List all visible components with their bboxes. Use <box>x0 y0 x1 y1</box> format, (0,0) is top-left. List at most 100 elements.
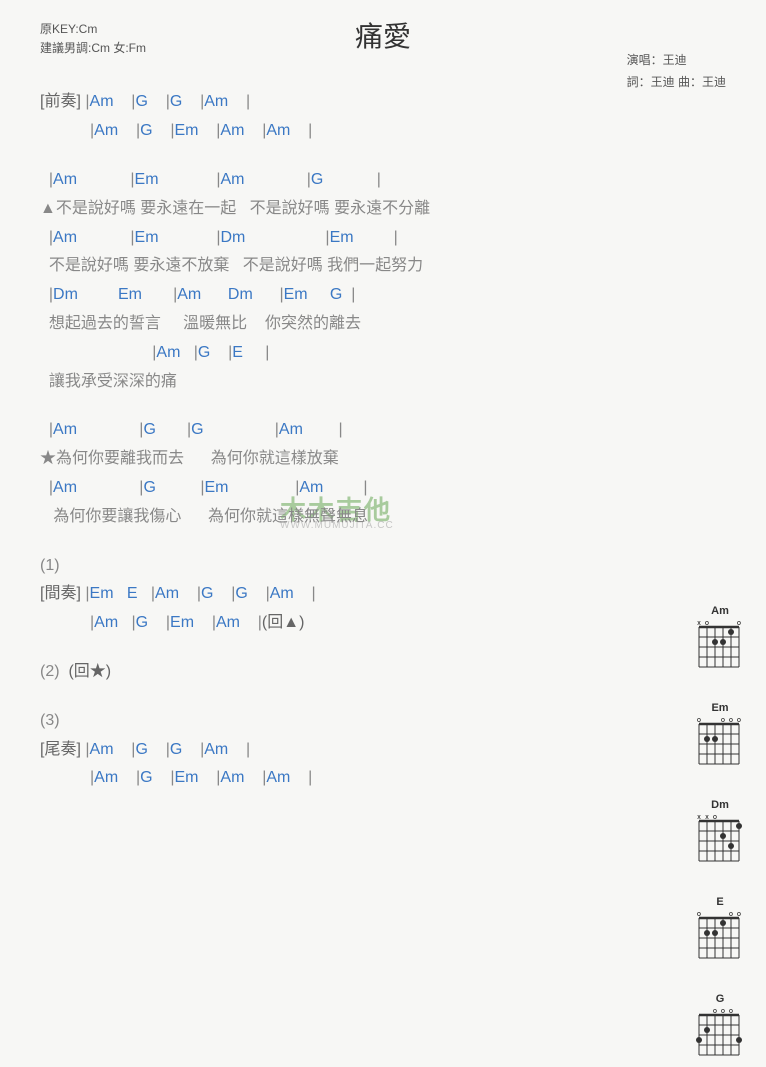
outro-line-2: |Am |G |Em |Am |Am | <box>40 764 726 793</box>
fretboard-icon: ooo <box>694 1007 744 1062</box>
svg-text:o: o <box>737 717 741 724</box>
chord: G <box>143 479 155 496</box>
svg-text:o: o <box>721 1008 725 1015</box>
chord: E <box>232 344 243 361</box>
fretboard-icon: ooo <box>694 910 744 965</box>
svg-text:o: o <box>713 814 717 821</box>
chorus-chords-1: |Am |G |G |Am | <box>40 416 726 445</box>
chord-content: [前奏] |Am |G |G |Am | |Am |G |Em |Am |Am … <box>40 88 726 793</box>
chord: G <box>135 741 147 758</box>
chord: Am <box>177 286 201 303</box>
chorus-lyric-2: 為何你要讓我傷心 為何你就這樣無聲無息 <box>40 503 726 532</box>
section-2: (2) (回★) <box>40 658 726 687</box>
chorus-section: |Am |G |G |Am | ★為何你要離我而去 為何你就這樣放棄 |Am |… <box>40 416 726 531</box>
chord: Am <box>220 122 244 139</box>
lyric: 為何你要讓我傷心 <box>53 508 181 525</box>
interlude-line-1: [間奏] |Em E |Am |G |G |Am | <box>40 580 726 609</box>
chord: Am <box>279 421 303 438</box>
chorus-lyric-1: ★為何你要離我而去 為何你就這樣放棄 <box>40 445 726 474</box>
song-title: 痛愛 <box>355 15 411 55</box>
chord: Em <box>284 286 308 303</box>
interlude-label: [間奏] <box>40 585 81 602</box>
chord: Em <box>90 585 114 602</box>
chord: Am <box>220 769 244 786</box>
chord: Am <box>216 614 240 631</box>
chord: Am <box>270 585 294 602</box>
svg-text:x: x <box>705 814 709 821</box>
chord: G <box>135 93 147 110</box>
diagram-label: Dm <box>694 799 746 811</box>
chord: G <box>170 741 182 758</box>
chord: G <box>136 614 148 631</box>
svg-text:o: o <box>729 911 733 918</box>
svg-text:o: o <box>737 620 741 627</box>
chord: Am <box>299 479 323 496</box>
lyric: 不是說好嗎 要永遠不放棄 <box>49 257 229 274</box>
chord: Am <box>221 171 245 188</box>
chord: Am <box>53 479 77 496</box>
header: 原KEY:Cm 建議男調:Cm 女:Fm 痛愛 演唱：王迪 詞：王迪 曲：王迪 <box>40 20 726 58</box>
svg-text:o: o <box>737 911 741 918</box>
fretboard-icon: xxo <box>694 813 744 868</box>
chord: Em <box>135 171 159 188</box>
intro-section: [前奏] |Am |G |G |Am | |Am |G |Em |Am |Am … <box>40 88 726 146</box>
chord: Dm <box>228 286 253 303</box>
lyric: 為何你就這樣放棄 <box>211 450 339 467</box>
chord: E <box>127 585 138 602</box>
num-3: (3) <box>40 707 726 736</box>
num-2-line: (2) (回★) <box>40 658 726 687</box>
verse-chords-4: |Am |G |E | <box>40 339 726 368</box>
verse-section: |Am |Em |Am |G | ▲不是說好嗎 要永遠在一起 不是說好嗎 要永遠… <box>40 166 726 396</box>
intro-line-2: |Am |G |Em |Am |Am | <box>40 117 726 146</box>
lyric: ★為何你要離我而去 <box>40 450 184 467</box>
lyric: 溫暖無比 <box>183 315 247 332</box>
return-star: (回★) <box>68 663 111 680</box>
chord: Am <box>204 741 228 758</box>
svg-text:o: o <box>713 1008 717 1015</box>
lyric: 為何你就這樣無聲無息 <box>208 508 368 525</box>
interlude-section: (1) [間奏] |Em E |Am |G |G |Am | |Am |G |E… <box>40 552 726 638</box>
chorus-chords-2: |Am |G |Em |Am | <box>40 474 726 503</box>
chord: Am <box>53 229 77 246</box>
chord: Am <box>155 585 179 602</box>
chord: G <box>330 286 342 303</box>
chord: Am <box>204 93 228 110</box>
verse-chords-1: |Am |Em |Am |G | <box>40 166 726 195</box>
chord-diagram-e: E ooo <box>694 896 746 965</box>
performer: 演唱：王迪 <box>627 50 726 72</box>
chord: Am <box>266 769 290 786</box>
chord: Am <box>94 769 118 786</box>
chord: Am <box>90 93 114 110</box>
chord: Am <box>94 122 118 139</box>
lyric: 不是說好嗎 要永遠不分離 <box>250 200 430 217</box>
outro-line-1: [尾奏] |Am |G |G |Am | <box>40 736 726 765</box>
chord: Em <box>174 122 198 139</box>
chord: Dm <box>53 286 78 303</box>
svg-text:o: o <box>697 911 701 918</box>
diagram-label: G <box>694 993 746 1005</box>
verse-lyric-1: ▲不是說好嗎 要永遠在一起 不是說好嗎 要永遠不分離 <box>40 195 726 224</box>
chord: Em <box>205 479 229 496</box>
num-2: (2) <box>40 663 60 680</box>
chord: Em <box>330 229 354 246</box>
chord: Am <box>94 614 118 631</box>
interlude-line-2: |Am |G |Em |Am |(回▲) <box>40 609 726 638</box>
lyric: 讓我承受深深的痛 <box>49 373 177 390</box>
svg-text:o: o <box>729 717 733 724</box>
svg-text:x: x <box>697 814 701 821</box>
verse-lyric-3: 想起過去的誓言 溫暖無比 你突然的離去 <box>40 310 726 339</box>
chord: G <box>140 769 152 786</box>
verse-chords-2: |Am |Em |Dm |Em | <box>40 224 726 253</box>
intro-label: [前奏] <box>40 93 81 110</box>
chord-diagram-g: G ooo <box>694 993 746 1062</box>
chord: Am <box>266 122 290 139</box>
svg-text:o: o <box>729 1008 733 1015</box>
verse-lyric-4: 讓我承受深深的痛 <box>40 368 726 397</box>
chord: Am <box>90 741 114 758</box>
chord: Dm <box>221 229 246 246</box>
num-1: (1) <box>40 552 726 581</box>
chord: G <box>170 93 182 110</box>
diagram-label: E <box>694 896 746 908</box>
intro-line-1: [前奏] |Am |G |G |Am | <box>40 88 726 117</box>
chord: G <box>311 171 323 188</box>
